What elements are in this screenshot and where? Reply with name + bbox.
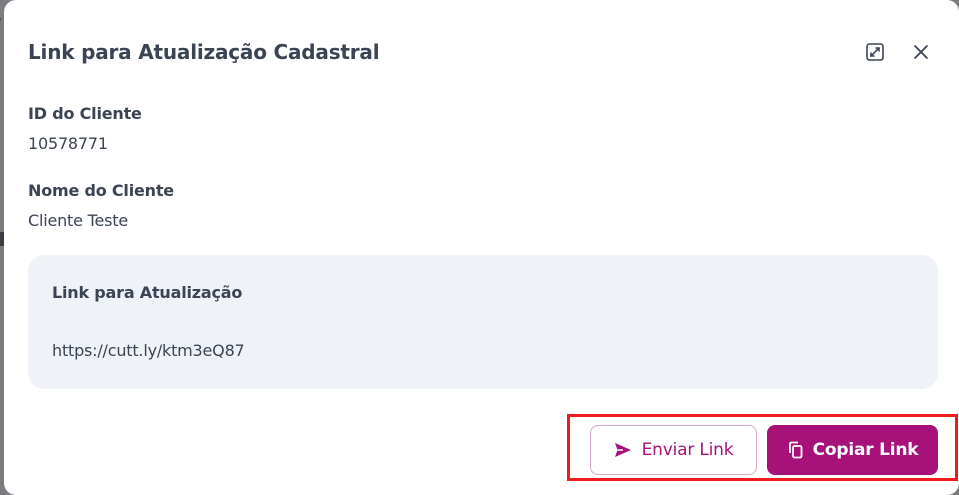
send-icon — [614, 443, 631, 457]
close-button[interactable] — [905, 37, 937, 67]
expand-button[interactable] — [859, 37, 891, 67]
send-link-label: Enviar Link — [641, 440, 734, 460]
copy-link-button[interactable]: Copiar Link — [767, 425, 938, 475]
backdrop-chevron-icon: › — [0, 12, 3, 26]
modal-title: Link para Atualização Cadastral — [28, 40, 380, 64]
link-card: Link para Atualização https://cutt.ly/kt… — [28, 255, 938, 389]
send-link-button[interactable]: Enviar Link — [590, 425, 757, 475]
update-link-modal: Link para Atualização Cadastral ID do Cl… — [4, 0, 959, 495]
expand-icon — [866, 43, 884, 61]
close-icon — [914, 45, 928, 59]
copy-link-label: Copiar Link — [812, 440, 919, 460]
link-url[interactable]: https://cutt.ly/ktm3eQ87 — [52, 341, 245, 360]
client-id-label: ID do Cliente — [28, 104, 142, 123]
client-name-value: Cliente Teste — [28, 211, 129, 230]
modal-header: Link para Atualização Cadastral — [28, 37, 935, 67]
client-name-label: Nome do Cliente — [28, 181, 174, 200]
client-id-value: 10578771 — [28, 134, 108, 153]
copy-icon — [788, 441, 802, 459]
link-card-title: Link para Atualização — [52, 283, 243, 302]
